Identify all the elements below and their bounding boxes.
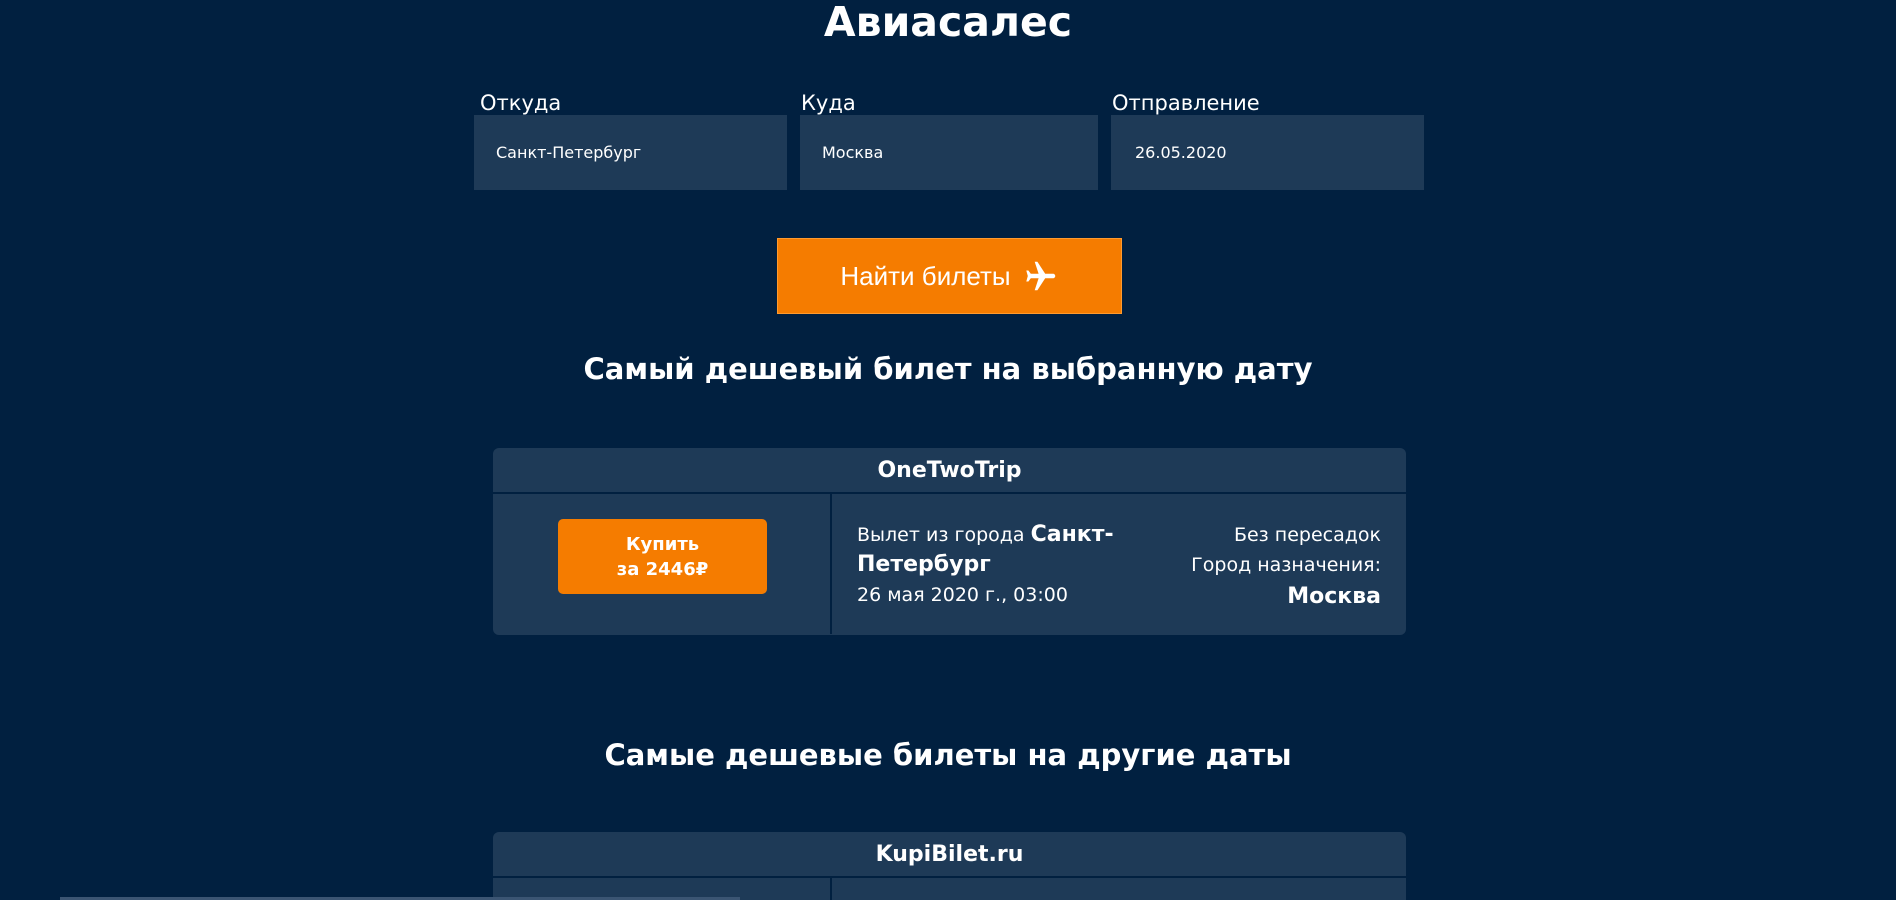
destination-city: Москва xyxy=(1287,584,1381,609)
airplane-icon xyxy=(1025,261,1055,291)
depart-datetime: 26 мая 2020 г., 03:00 xyxy=(857,584,1068,606)
departure-info: Вылет из города Санкт-Петербург 26 мая 2… xyxy=(857,520,1127,610)
search-button[interactable]: Найти билеты xyxy=(777,238,1122,314)
destination-label: Город назначения: xyxy=(1191,554,1381,576)
buy-button-line1: Купить xyxy=(625,533,700,555)
card-divider xyxy=(830,878,832,900)
ticket-card-other: KupiBilet.ru xyxy=(493,832,1406,900)
buy-button[interactable]: Купить за 2446₽ xyxy=(558,519,767,594)
card-divider xyxy=(830,494,832,634)
date-label: Отправление xyxy=(1112,91,1260,115)
from-input[interactable] xyxy=(474,115,787,190)
ticket-card: OneTwoTrip Купить за 2446₽ Вылет из горо… xyxy=(493,448,1406,635)
depart-prefix: Вылет из города xyxy=(857,524,1025,546)
from-label: Откуда xyxy=(480,91,562,115)
buy-button-price: за 2446₽ xyxy=(616,558,709,580)
search-button-label: Найти билеты xyxy=(840,260,1011,291)
cheapest-section-title: Самый дешевый билет на выбранную дату xyxy=(583,352,1313,386)
date-input[interactable] xyxy=(1111,115,1424,190)
other-dates-section-title: Самые дешевые билеты на другие даты xyxy=(604,738,1292,772)
to-label: Куда xyxy=(801,91,856,115)
transfers-text: Без пересадок xyxy=(1233,524,1381,546)
ticket-agency: OneTwoTrip xyxy=(493,448,1406,494)
ticket-body: Купить за 2446₽ Вылет из города Санкт-Пе… xyxy=(493,494,1406,634)
app-title: Авиасалес xyxy=(823,0,1073,46)
destination-info: Без пересадок Город назначения: Москва xyxy=(1191,520,1381,614)
ticket-agency-other: KupiBilet.ru xyxy=(493,832,1406,878)
to-input[interactable] xyxy=(800,115,1098,190)
